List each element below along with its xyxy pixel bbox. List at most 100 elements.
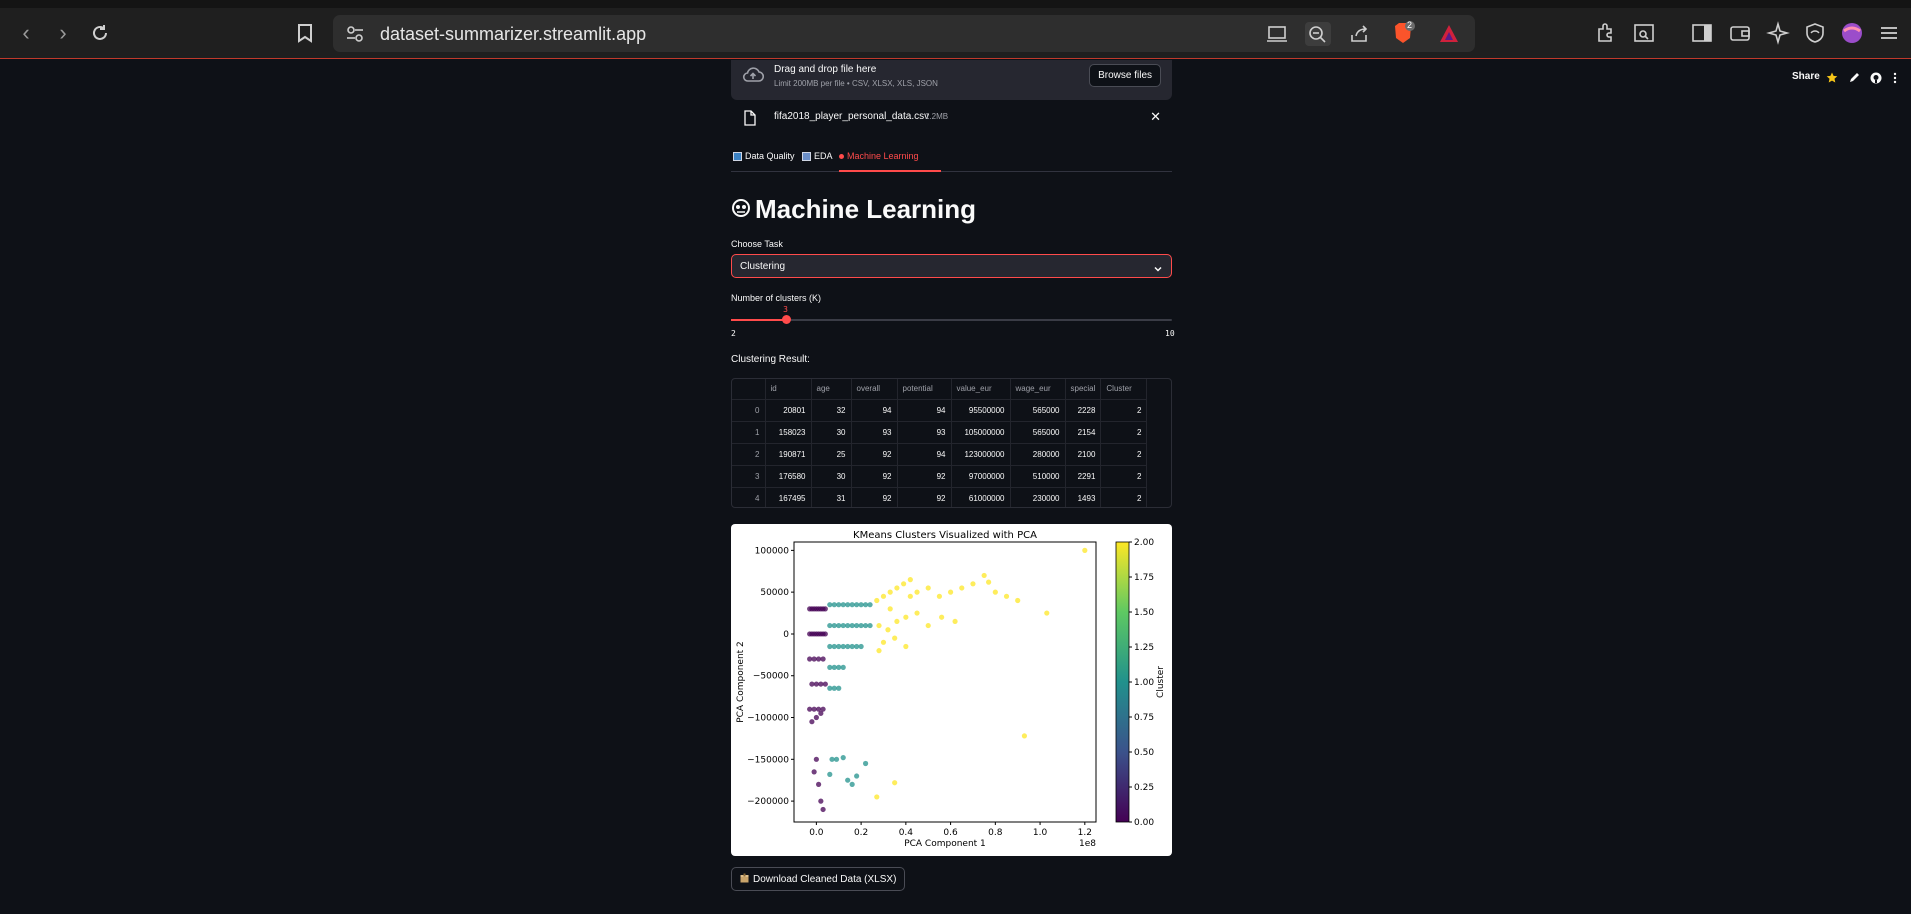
- vpn-icon[interactable]: [1803, 21, 1827, 45]
- table-cell[interactable]: 2: [1100, 465, 1148, 488]
- table-cell[interactable]: 92: [897, 487, 952, 507]
- tab-eda[interactable]: EDA: [802, 151, 833, 161]
- star-icon[interactable]: [1826, 71, 1838, 83]
- wallet-icon[interactable]: [1728, 21, 1752, 45]
- bookmark-icon[interactable]: [292, 20, 318, 46]
- data-point-cluster-1: [862, 622, 869, 629]
- brave-shields-icon[interactable]: 2: [1391, 20, 1417, 46]
- sidebar-toggle-icon[interactable]: [1690, 21, 1714, 45]
- site-settings-icon[interactable]: [345, 24, 365, 44]
- table-cell[interactable]: 94: [851, 399, 898, 422]
- download-cleaned-data-button[interactable]: Download Cleaned Data (XLSX): [731, 867, 906, 891]
- reload-icon[interactable]: [87, 20, 113, 46]
- task-select[interactable]: Clustering: [731, 254, 1172, 278]
- column-header[interactable]: value_eur: [951, 379, 1011, 400]
- row-index-cell[interactable]: 0: [732, 399, 766, 422]
- table-cell[interactable]: 92: [851, 443, 898, 466]
- table-cell[interactable]: 25: [811, 443, 852, 466]
- table-row[interactable]: 0 20801 32 94 94 95500000 565000 2228 2: [732, 399, 1148, 422]
- reading-list-icon[interactable]: [1632, 21, 1656, 45]
- table-row[interactable]: 2 190871 25 92 94 123000000 280000 2100 2: [732, 443, 1148, 466]
- table-cell[interactable]: 176580: [765, 465, 812, 488]
- clustering-result-table[interactable]: id age overall potential value_eur wage_…: [731, 378, 1172, 508]
- table-cell[interactable]: 93: [851, 421, 898, 444]
- table-row[interactable]: 1 158023 30 93 93 105000000 565000 2154 2: [732, 421, 1148, 444]
- column-header[interactable]: potential: [897, 379, 952, 400]
- browse-files-button[interactable]: Browse files: [1089, 64, 1161, 87]
- brave-rewards-icon[interactable]: [1438, 23, 1460, 45]
- table-row[interactable]: 3 176580 30 92 92 97000000 510000 2291 2: [732, 465, 1148, 488]
- profile-avatar-icon[interactable]: [1840, 21, 1864, 45]
- table-cell[interactable]: 30: [811, 421, 852, 444]
- table-cell[interactable]: 2100: [1065, 443, 1102, 466]
- table-cell[interactable]: 30: [811, 465, 852, 488]
- app-menu-icon[interactable]: [1889, 71, 1901, 84]
- table-cell[interactable]: 230000: [1010, 487, 1066, 507]
- row-index-cell[interactable]: 2: [732, 443, 766, 466]
- share-page-icon[interactable]: [1348, 23, 1370, 45]
- table-cell[interactable]: 92: [851, 487, 898, 507]
- table-cell[interactable]: 94: [897, 399, 952, 422]
- table-cell[interactable]: 2291: [1065, 465, 1102, 488]
- github-icon[interactable]: [1870, 71, 1882, 84]
- column-header[interactable]: overall: [851, 379, 898, 400]
- menu-icon[interactable]: [1877, 21, 1901, 45]
- install-app-icon[interactable]: [1266, 23, 1288, 45]
- table-cell[interactable]: 2228: [1065, 399, 1102, 422]
- table-cell[interactable]: 280000: [1010, 443, 1066, 466]
- table-cell[interactable]: 510000: [1010, 465, 1066, 488]
- data-point-cluster-0: [813, 681, 819, 687]
- table-cell[interactable]: 95500000: [951, 399, 1011, 422]
- table-cell[interactable]: 92: [897, 465, 952, 488]
- tab-machine-learning[interactable]: Machine Learning: [839, 151, 919, 161]
- column-header[interactable]: Cluster: [1100, 379, 1148, 400]
- table-cell[interactable]: 190871: [765, 443, 812, 466]
- column-header[interactable]: [732, 379, 766, 400]
- data-point-cluster-1: [858, 602, 864, 608]
- table-cell[interactable]: 158023: [765, 421, 812, 444]
- row-index-cell[interactable]: 3: [732, 465, 766, 488]
- column-header[interactable]: age: [811, 379, 852, 400]
- table-cell[interactable]: 123000000: [951, 443, 1011, 466]
- data-point-cluster-1: [833, 756, 840, 762]
- data-point-cluster-1: [831, 643, 837, 650]
- address-bar[interactable]: dataset-summarizer.streamlit.app 2: [333, 15, 1475, 52]
- table-cell[interactable]: 565000: [1010, 399, 1066, 422]
- leo-ai-icon[interactable]: [1766, 21, 1790, 45]
- table-cell[interactable]: 31: [811, 487, 852, 507]
- extensions-icon[interactable]: [1594, 21, 1618, 45]
- column-header[interactable]: special: [1065, 379, 1102, 400]
- table-cell[interactable]: 61000000: [951, 487, 1011, 507]
- tab-data-quality[interactable]: Data Quality: [733, 151, 795, 161]
- column-header[interactable]: wage_eur: [1010, 379, 1066, 400]
- table-row[interactable]: 4 167495 31 92 92 61000000 230000 1493 2: [732, 487, 1148, 507]
- table-cell[interactable]: 94: [897, 443, 952, 466]
- back-icon[interactable]: ‹: [13, 20, 39, 46]
- row-index-cell[interactable]: 4: [732, 487, 766, 507]
- share-button[interactable]: Share: [1792, 71, 1820, 82]
- table-cell[interactable]: 105000000: [951, 421, 1011, 444]
- table-cell[interactable]: 565000: [1010, 421, 1066, 444]
- table-cell[interactable]: 93: [897, 421, 952, 444]
- table-cell[interactable]: 97000000: [951, 465, 1011, 488]
- edit-pencil-icon[interactable]: [1848, 71, 1860, 83]
- table-cell[interactable]: 2154: [1065, 421, 1102, 444]
- table-cell[interactable]: 2: [1100, 443, 1148, 466]
- row-index-cell[interactable]: 1: [732, 421, 766, 444]
- table-cell[interactable]: 32: [811, 399, 852, 422]
- column-header[interactable]: id: [765, 379, 812, 400]
- table-cell[interactable]: 2: [1100, 487, 1148, 507]
- table-cell[interactable]: 2: [1100, 399, 1148, 422]
- table-cell[interactable]: 20801: [765, 399, 812, 422]
- remove-file-close-icon[interactable]: ✕: [1150, 109, 1161, 125]
- table-cell[interactable]: 1493: [1065, 487, 1102, 507]
- colorbar-tick-label: 0.75: [1134, 713, 1154, 723]
- clusters-slider-track[interactable]: [731, 319, 1172, 321]
- table-cell[interactable]: 167495: [765, 487, 812, 507]
- table-cell[interactable]: 92: [851, 465, 898, 488]
- zoom-out-icon[interactable]: [1305, 22, 1331, 46]
- forward-icon[interactable]: ›: [50, 20, 76, 46]
- file-uploader-dropzone[interactable]: Drag and drop file here Limit 200MB per …: [731, 60, 1172, 100]
- page-scrollbar[interactable]: [1903, 60, 1911, 914]
- table-cell[interactable]: 2: [1100, 421, 1148, 444]
